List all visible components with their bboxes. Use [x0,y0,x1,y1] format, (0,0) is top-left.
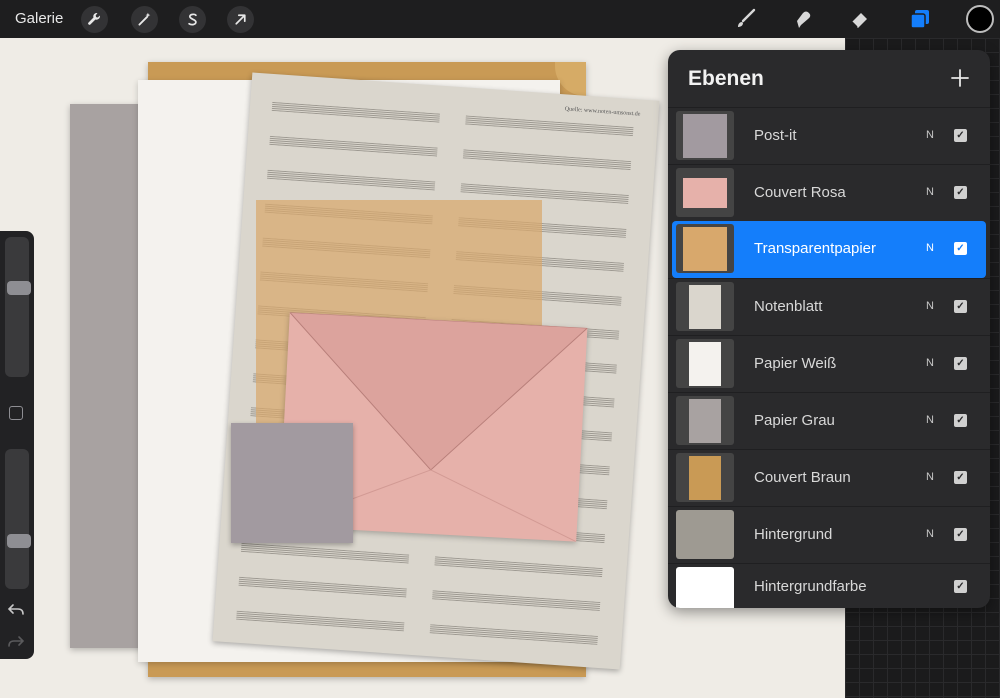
layer-thumbnail [676,567,734,608]
layer-name: Transparentpapier [754,240,877,257]
layer-row-papier-weiss[interactable]: Papier Weiß N ✓ [668,335,990,392]
layer-row-couvert-braun[interactable]: Couvert Braun N ✓ [668,449,990,506]
layer-visibility-checkbox[interactable]: ✓ [954,186,967,199]
layer-row-hintergrund[interactable]: Hintergrund N ✓ [668,506,990,563]
layer-blend-mode-button[interactable]: N [926,357,934,369]
wrench-icon[interactable] [81,6,108,33]
layer-thumbnail [676,168,734,217]
selection-s-icon[interactable] [179,6,206,33]
layer-row-papier-grau[interactable]: Papier Grau N ✓ [668,392,990,449]
layer-blend-mode-button[interactable]: N [926,186,934,198]
top-toolbar: Galerie [0,0,1000,38]
layer-name: Couvert Rosa [754,184,846,201]
post-it-note [231,423,353,543]
layer-visibility-checkbox[interactable]: ✓ [954,528,967,541]
layer-name: Notenblatt [754,298,823,315]
layer-row-hintergrundfarbe[interactable]: Hintergrundfarbe ✓ [668,563,990,608]
layer-thumbnail [676,111,734,160]
sheet-source-text: Quelle: www.noten-umsonst.de [564,106,641,118]
layer-thumbnail [676,282,734,331]
opacity-slider[interactable] [5,449,31,589]
redo-icon[interactable] [7,633,25,651]
layer-name: Couvert Braun [754,469,851,486]
layer-name: Papier Grau [754,412,835,429]
layer-visibility-checkbox[interactable]: ✓ [954,300,967,313]
layer-visibility-checkbox[interactable]: ✓ [954,129,967,142]
layer-visibility-checkbox[interactable]: ✓ [954,580,967,593]
layer-visibility-checkbox[interactable]: ✓ [954,242,967,255]
layers-panel: Ebenen Post-it N ✓ Couvert Rosa N ✓ Tran… [668,50,990,608]
layer-name: Papier Weiß [754,355,837,372]
layer-row-transparentpapier[interactable]: Transparentpapier N ✓ [672,221,986,278]
color-picker-button[interactable] [966,5,994,33]
left-sidebar [0,231,34,659]
opacity-thumb[interactable] [7,534,31,548]
gallery-button[interactable]: Galerie [15,10,63,27]
layer-blend-mode-button[interactable]: N [926,300,934,312]
layer-visibility-checkbox[interactable]: ✓ [954,471,967,484]
layer-blend-mode-button[interactable]: N [926,471,934,483]
brush-size-thumb[interactable] [7,281,31,295]
layers-panel-title: Ebenen [688,67,764,90]
layer-thumbnail [676,510,734,559]
layer-row-couvert-rosa[interactable]: Couvert Rosa N ✓ [668,164,990,221]
transform-arrow-icon[interactable] [227,6,254,33]
layer-thumbnail [676,224,734,273]
layer-visibility-checkbox[interactable]: ✓ [954,357,967,370]
brush-icon[interactable] [732,5,760,33]
layer-thumbnail [676,453,734,502]
layer-name: Post-it [754,127,797,144]
layer-name: Hintergrundfarbe [754,578,867,595]
smudge-icon[interactable] [789,5,817,33]
layer-row-post-it[interactable]: Post-it N ✓ [668,107,990,164]
modify-square-button[interactable] [9,406,23,420]
layer-thumbnail [676,396,734,445]
brush-size-slider[interactable] [5,237,31,377]
layer-blend-mode-button[interactable]: N [926,129,934,141]
layer-thumbnail [676,339,734,388]
layer-visibility-checkbox[interactable]: ✓ [954,414,967,427]
layer-blend-mode-button[interactable]: N [926,528,934,540]
layer-row-notenblatt[interactable]: Notenblatt N ✓ [668,278,990,335]
layer-blend-mode-button[interactable]: N [926,242,934,254]
layer-blend-mode-button[interactable]: N [926,414,934,426]
eraser-icon[interactable] [846,5,874,33]
plus-icon[interactable] [950,68,970,88]
magic-wand-icon[interactable] [131,6,158,33]
layer-name: Hintergrund [754,526,833,543]
undo-icon[interactable] [7,601,25,619]
layers-icon[interactable] [906,5,934,33]
